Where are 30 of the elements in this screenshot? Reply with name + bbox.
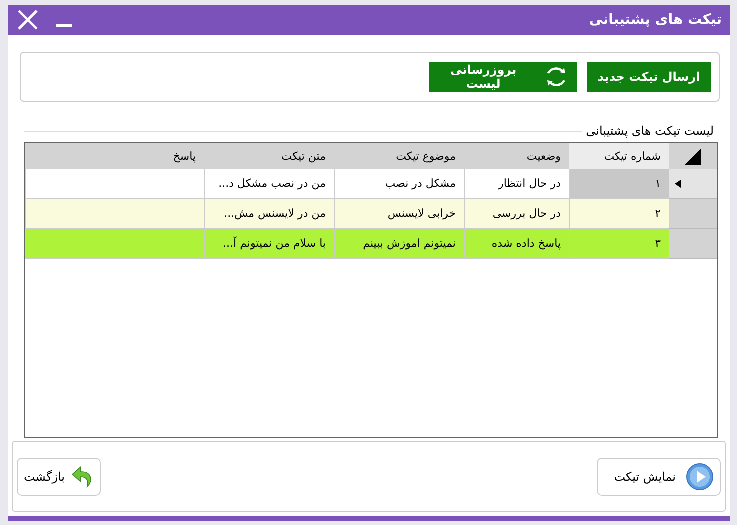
table-cell: ۳ (569, 229, 669, 259)
window-title: تیکت های پشتیبانی (589, 12, 722, 28)
table-cell: پاسخ داده شده (464, 229, 569, 259)
back-button[interactable]: بازگشت (17, 458, 101, 496)
table-cell: مشکل در نصب (334, 169, 464, 199)
table-cell: ۱ (569, 169, 669, 199)
row-header[interactable] (669, 229, 717, 259)
close-icon[interactable] (16, 8, 40, 32)
column-header[interactable]: پاسخ (25, 143, 204, 169)
table-cell: من در لایسنس مش... (204, 199, 334, 229)
row-header[interactable] (669, 199, 717, 229)
triangle-icon (685, 149, 701, 165)
table-cell: در حال بررسی (464, 199, 569, 229)
current-row-icon (675, 180, 681, 188)
table-cell: ۲ (569, 199, 669, 229)
refresh-button[interactable]: بروزرسانی لیست (429, 62, 577, 92)
group-title: لیست تیکت های پشتیبانی (585, 124, 715, 138)
table-cell: در حال انتظار (464, 169, 569, 199)
column-header[interactable]: شماره تیکت (569, 143, 669, 169)
column-header[interactable]: متن تیکت (204, 143, 334, 169)
row-header[interactable] (669, 169, 717, 199)
table-cell: من در نصب مشکل د... (204, 169, 334, 199)
new-ticket-button[interactable]: ارسال تیکت جدید (587, 62, 711, 92)
table-cell: با سلام من نمیتونم آ... (204, 229, 334, 259)
table-cell: نمیتونم اموزش ببینم (334, 229, 464, 259)
show-ticket-button[interactable]: نمایش تیکت (597, 458, 721, 496)
column-header[interactable]: موضوع تیکت (334, 143, 464, 169)
play-icon (686, 462, 714, 490)
table-cell: خرابی لایسنس (334, 199, 464, 229)
column-header[interactable]: وضعیت (464, 143, 569, 169)
